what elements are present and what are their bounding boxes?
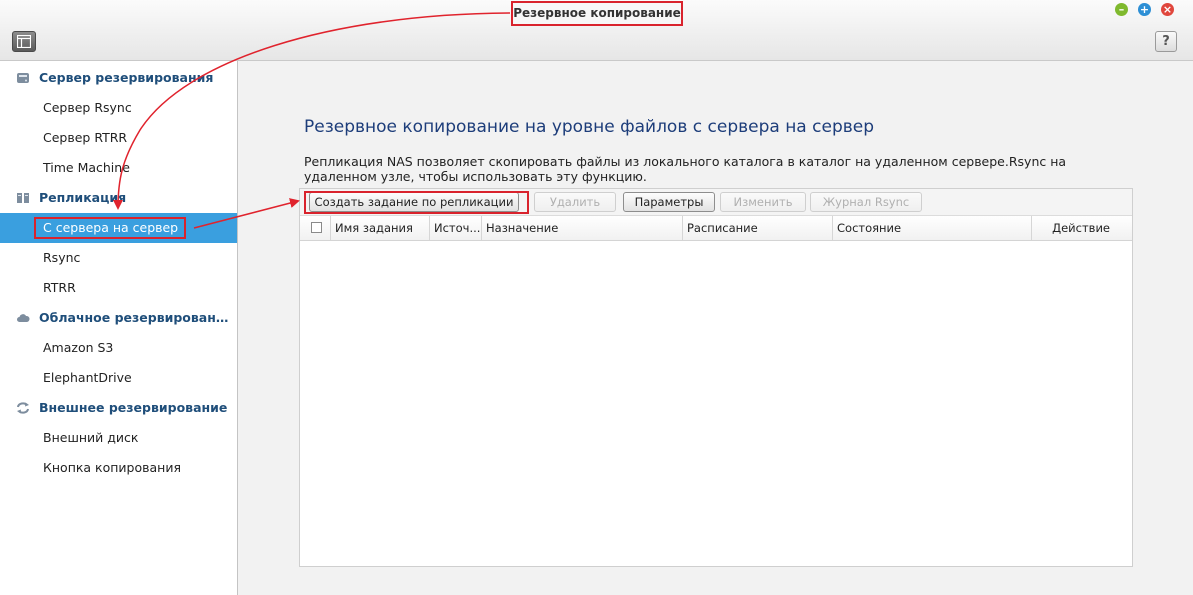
sidebar-item-amazon-s3[interactable]: Amazon S3 bbox=[0, 333, 237, 363]
column-header-status[interactable]: Состояние bbox=[833, 216, 1032, 240]
highlight-box bbox=[34, 217, 186, 239]
column-header-action[interactable]: Действие bbox=[1032, 216, 1132, 240]
page-description: Репликация NAS позволяет скопировать фай… bbox=[304, 154, 1067, 184]
help-button[interactable]: ? bbox=[1155, 31, 1177, 52]
sidebar-section-cloud-backup[interactable]: Облачное резервирование bbox=[0, 303, 237, 333]
close-icon[interactable]: × bbox=[1161, 3, 1174, 16]
sidebar-item-label: Внешний диск bbox=[43, 430, 139, 445]
sync-icon bbox=[17, 402, 29, 414]
layout-toggle-icon[interactable] bbox=[12, 31, 36, 52]
sidebar-section-external-backup[interactable]: Внешнее резервирование bbox=[0, 393, 237, 423]
sidebar-section-label: Облачное резервирование bbox=[39, 310, 229, 325]
sidebar: Сервер резервирования Сервер Rsync Серве… bbox=[0, 61, 238, 595]
sidebar-item-label: ElephantDrive bbox=[43, 370, 132, 385]
sidebar-item-label: Сервер Rsync bbox=[43, 100, 132, 115]
sidebar-item-time-machine[interactable]: Time Machine bbox=[0, 153, 237, 183]
column-header-job-name[interactable]: Имя задания bbox=[331, 216, 430, 240]
server-icon bbox=[17, 73, 29, 83]
column-header-source[interactable]: Источ... bbox=[430, 216, 482, 240]
sidebar-item-rsync-server[interactable]: Сервер Rsync bbox=[0, 93, 237, 123]
sidebar-item-rtrr[interactable]: RTRR bbox=[0, 273, 237, 303]
sidebar-section-label: Сервер резервирования bbox=[39, 70, 214, 85]
toolbar: Создать задание по репликации Удалить Па… bbox=[300, 189, 1132, 216]
sidebar-item-server-to-server[interactable]: С сервера на сервер bbox=[0, 213, 237, 243]
sidebar-section-backup-server[interactable]: Сервер резервирования bbox=[0, 63, 237, 93]
sidebar-item-external-disk[interactable]: Внешний диск bbox=[0, 423, 237, 453]
highlight-box bbox=[304, 191, 529, 214]
select-all-checkbox[interactable] bbox=[311, 222, 322, 233]
sidebar-item-copy-button[interactable]: Кнопка копирования bbox=[0, 453, 237, 483]
table-header: Имя задания Источ... Назначение Расписан… bbox=[300, 216, 1132, 241]
sidebar-item-label: Кнопка копирования bbox=[43, 460, 181, 475]
column-header-schedule[interactable]: Расписание bbox=[683, 216, 833, 240]
sidebar-item-label: Сервер RTRR bbox=[43, 130, 128, 145]
title-bar: Резервное копирование – + × ? bbox=[0, 0, 1193, 61]
page-title: Резервное копирование на уровне файлов с… bbox=[304, 117, 874, 137]
sidebar-item-label: Time Machine bbox=[43, 160, 130, 175]
window-title: Резервное копирование bbox=[511, 1, 683, 26]
sidebar-item-label: RTRR bbox=[43, 280, 76, 295]
column-header-destination[interactable]: Назначение bbox=[482, 216, 683, 240]
edit-button[interactable]: Изменить bbox=[720, 192, 806, 212]
maximize-icon[interactable]: + bbox=[1138, 3, 1151, 16]
rsync-log-button[interactable]: Журнал Rsync bbox=[810, 192, 922, 212]
sidebar-item-elephantdrive[interactable]: ElephantDrive bbox=[0, 363, 237, 393]
delete-button[interactable]: Удалить bbox=[534, 192, 616, 212]
sidebar-section-label: Репликация bbox=[39, 190, 127, 205]
minimize-icon[interactable]: – bbox=[1115, 3, 1128, 16]
select-all-cell bbox=[300, 216, 331, 240]
sidebar-item-rtrr-server[interactable]: Сервер RTRR bbox=[0, 123, 237, 153]
table-body bbox=[300, 241, 1132, 566]
cloud-icon bbox=[17, 314, 30, 322]
replication-icon bbox=[17, 193, 29, 203]
sidebar-section-label: Внешнее резервирование bbox=[39, 400, 228, 415]
sidebar-item-rsync[interactable]: Rsync bbox=[0, 243, 237, 273]
sidebar-item-label: Rsync bbox=[43, 250, 81, 265]
jobs-panel: Создать задание по репликации Удалить Па… bbox=[299, 188, 1133, 567]
sidebar-item-label: Amazon S3 bbox=[43, 340, 114, 355]
parameters-button[interactable]: Параметры bbox=[623, 192, 715, 212]
sidebar-section-replication[interactable]: Репликация bbox=[0, 183, 237, 213]
